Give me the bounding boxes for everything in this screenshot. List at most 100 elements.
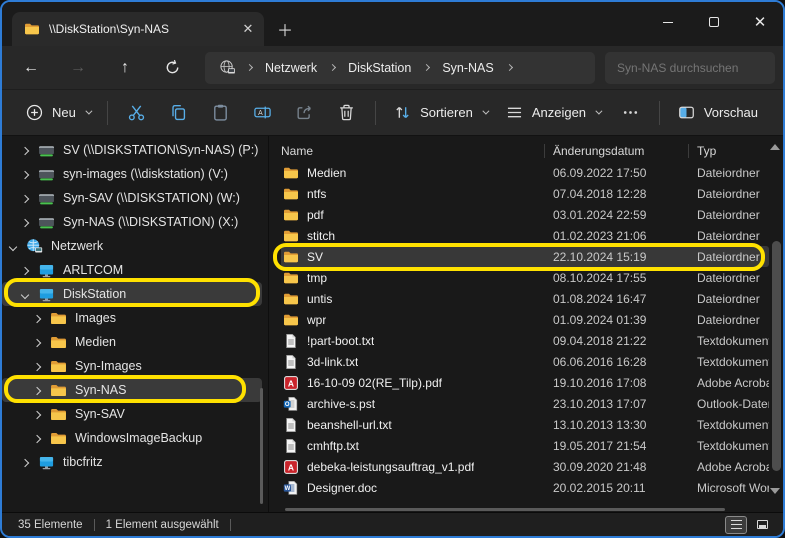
folder-icon	[50, 430, 67, 447]
file-name: stitch	[307, 229, 335, 243]
chevron-right-icon[interactable]	[22, 189, 36, 207]
sidebar-scrollbar[interactable]	[260, 388, 263, 504]
cut-button[interactable]	[121, 96, 153, 130]
chevron-right-icon[interactable]	[22, 141, 36, 159]
sidebar-item-syn-sav-diskstation-w[interactable]: Syn-SAV (\\DISKSTATION) (W:)	[2, 186, 262, 210]
new-tab-button[interactable]: ＋	[270, 14, 300, 44]
breadcrumb-syn-nas[interactable]: Syn-NAS	[436, 61, 499, 75]
refresh-button[interactable]	[155, 52, 189, 84]
thumbnail-view-toggle[interactable]	[751, 516, 773, 534]
file-row-part-boot-txt[interactable]: !part-boot.txt09.04.2018 21:22Textdokume…	[281, 330, 769, 351]
column-header-date[interactable]: Änderungsdatum	[545, 144, 689, 158]
file-name-cell: A16-10-09 02(RE_Tilp).pdf	[281, 375, 545, 391]
delete-button[interactable]	[330, 96, 362, 130]
file-row-wpr[interactable]: wpr01.09.2024 01:39Dateiordner	[281, 309, 769, 330]
sort-button[interactable]: Sortieren	[384, 96, 496, 130]
file-modified-date: 01.02.2023 21:06	[545, 229, 689, 243]
file-row-ntfs[interactable]: ntfs07.04.2018 12:28Dateiordner	[281, 183, 769, 204]
vertical-scrollbar[interactable]	[772, 241, 781, 471]
chevron-right-icon[interactable]	[22, 453, 36, 471]
search-input[interactable]	[605, 52, 775, 84]
file-name-cell: cmhftp.txt	[281, 438, 545, 454]
more-options-button[interactable]	[614, 96, 646, 130]
chevron-down-icon[interactable]	[22, 285, 36, 303]
breadcrumb-diskstation[interactable]: DiskStation	[342, 61, 417, 75]
sidebar-item-syn-sav[interactable]: Syn-SAV	[2, 402, 262, 426]
close-button[interactable]: ✕	[737, 2, 783, 42]
file-row-designer-doc[interactable]: WDesigner.doc20.02.2015 20:11Microsoft W…	[281, 477, 769, 498]
preview-button[interactable]: Vorschau	[668, 96, 773, 130]
chevron-right-icon[interactable]	[22, 213, 36, 231]
network-drive-icon	[38, 166, 55, 183]
sidebar-item-label: Medien	[75, 335, 116, 349]
chevron-right-icon[interactable]	[22, 165, 36, 183]
copy-button[interactable]	[163, 96, 195, 130]
chevron-right-icon[interactable]	[22, 261, 36, 279]
rename-button[interactable]: A	[246, 96, 278, 130]
file-name-cell: Medien	[281, 165, 545, 181]
folder-icon	[50, 358, 67, 375]
minimize-button[interactable]	[645, 2, 691, 42]
file-row-beanshell-url-txt[interactable]: beanshell-url.txt13.10.2013 13:30Textdok…	[281, 414, 769, 435]
address-bar[interactable]: Netzwerk DiskStation Syn-NAS	[205, 52, 595, 84]
sidebar-item-syn-nas-diskstation-x[interactable]: Syn-NAS (\\DISKSTATION) (X:)	[2, 210, 262, 234]
sidebar-item-syn-images[interactable]: Syn-Images	[2, 354, 262, 378]
scroll-down-icon[interactable]	[770, 488, 780, 494]
file-type: Dateiordner	[689, 166, 769, 180]
column-header-type[interactable]: Typ	[689, 144, 769, 158]
file-name: Medien	[307, 166, 346, 180]
file-row-tmp[interactable]: tmp08.10.2024 17:55Dateiordner	[281, 267, 769, 288]
file-row-sv[interactable]: SV22.10.2024 15:19Dateiordner	[281, 246, 769, 267]
file-row-16-10-09-02-re-tilp-pdf[interactable]: A16-10-09 02(RE_Tilp).pdf19.10.2016 17:0…	[281, 372, 769, 393]
chevron-right-icon[interactable]	[34, 429, 48, 447]
chevron-right-icon[interactable]	[34, 309, 48, 327]
sidebar-item-diskstation[interactable]: DiskStation	[2, 282, 262, 306]
view-button[interactable]: Anzeigen	[496, 96, 609, 130]
chevron-right-icon[interactable]	[34, 357, 48, 375]
sidebar-item-syn-images-diskstation-v[interactable]: syn-images (\\diskstation) (V:)	[2, 162, 262, 186]
file-row-pdf[interactable]: pdf03.01.2024 22:59Dateiordner	[281, 204, 769, 225]
chevron-down-icon	[595, 108, 602, 115]
up-button[interactable]: ↑	[108, 52, 142, 84]
network-location-icon	[219, 59, 236, 76]
details-view-toggle[interactable]	[725, 516, 747, 534]
sidebar-item-netzwerk[interactable]: Netzwerk	[2, 234, 262, 258]
breadcrumb-netzwerk[interactable]: Netzwerk	[259, 61, 323, 75]
sidebar-item-images[interactable]: Images	[2, 306, 262, 330]
file-modified-date: 19.10.2016 17:08	[545, 376, 689, 390]
paste-button[interactable]	[205, 96, 237, 130]
explorer-tab[interactable]: \\DiskStation\Syn-NAS ✕	[12, 12, 264, 46]
forward-button[interactable]: →	[61, 52, 95, 84]
file-name: !part-boot.txt	[307, 334, 374, 348]
sidebar-item-tibcfritz[interactable]: tibcfritz	[2, 450, 262, 474]
back-button[interactable]: ←	[14, 52, 48, 84]
file-row-untis[interactable]: untis01.08.2024 16:47Dateiordner	[281, 288, 769, 309]
file-row-medien[interactable]: Medien06.09.2022 17:50Dateiordner	[281, 162, 769, 183]
tab-close-icon[interactable]: ✕	[236, 17, 260, 41]
file-row-stitch[interactable]: stitch01.02.2023 21:06Dateiordner	[281, 225, 769, 246]
maximize-button[interactable]	[691, 2, 737, 42]
chevron-down-icon[interactable]	[10, 237, 24, 255]
scroll-up-icon[interactable]	[770, 144, 780, 150]
chevron-right-icon[interactable]	[34, 381, 48, 399]
new-button[interactable]: Neu	[16, 96, 99, 130]
file-type: Dateiordner	[689, 313, 769, 327]
sidebar-item-sv-diskstation-syn-nas-p[interactable]: SV (\\DISKSTATION\Syn-NAS) (P:)	[2, 138, 262, 162]
horizontal-scrollbar[interactable]	[285, 508, 725, 511]
chevron-right-icon[interactable]	[34, 405, 48, 423]
pdf-icon: A	[283, 459, 299, 475]
file-name-cell: 3d-link.txt	[281, 354, 545, 370]
rename-icon: A	[253, 103, 272, 122]
file-row-archive-s-pst[interactable]: Oarchive-s.pst23.10.2013 17:07Outlook-Da…	[281, 393, 769, 414]
sidebar-item-windowsimagebackup[interactable]: WindowsImageBackup	[2, 426, 262, 450]
share-button[interactable]	[288, 96, 320, 130]
file-row-3d-link-txt[interactable]: 3d-link.txt06.06.2016 16:28Textdokument	[281, 351, 769, 372]
chevron-right-icon[interactable]	[34, 333, 48, 351]
file-row-cmhftp-txt[interactable]: cmhftp.txt19.05.2017 21:54Textdokument	[281, 435, 769, 456]
column-header-name[interactable]: Name	[281, 144, 545, 158]
sidebar-item-syn-nas[interactable]: Syn-NAS	[2, 378, 262, 402]
sidebar-item-arltcom[interactable]: ARLTCOM	[2, 258, 262, 282]
file-row-debeka-leistungsauftrag-v1-pdf[interactable]: Adebeka-leistungsauftrag_v1.pdf30.09.202…	[281, 456, 769, 477]
sidebar-item-medien[interactable]: Medien	[2, 330, 262, 354]
file-modified-date: 13.10.2013 13:30	[545, 418, 689, 432]
